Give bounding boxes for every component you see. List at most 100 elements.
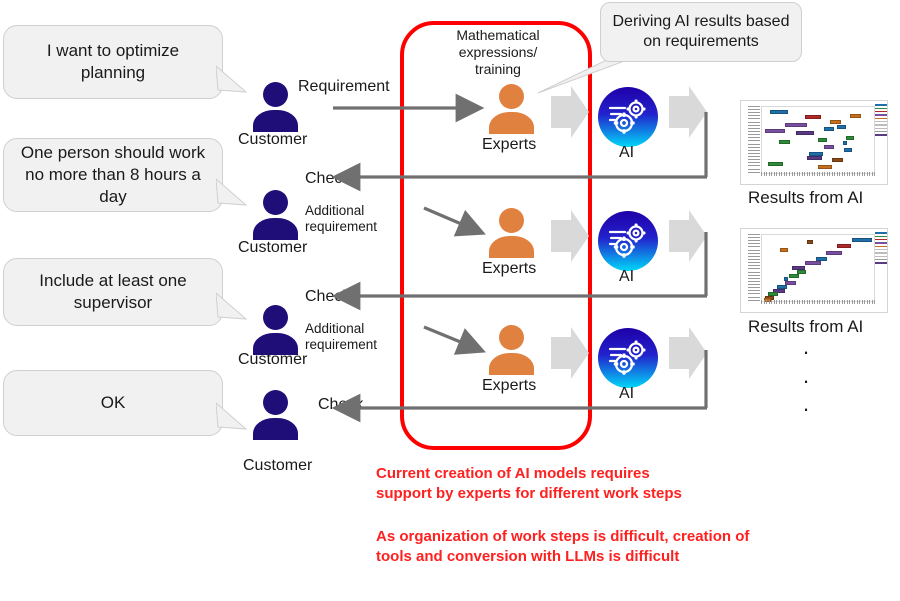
results-ellipsis: · · · bbox=[786, 341, 826, 421]
x-tick bbox=[811, 300, 813, 305]
x-tick bbox=[791, 300, 793, 305]
chart-2-legend bbox=[875, 232, 887, 265]
chart-bar bbox=[846, 136, 855, 141]
y-tick bbox=[748, 124, 760, 126]
x-tick bbox=[801, 300, 803, 305]
chart-bar bbox=[804, 114, 821, 119]
legend-swatch bbox=[875, 124, 887, 126]
x-tick bbox=[804, 300, 806, 305]
x-tick bbox=[819, 172, 821, 177]
legend-swatch bbox=[875, 130, 887, 133]
x-tick bbox=[861, 172, 863, 177]
y-tick bbox=[748, 249, 760, 251]
y-tick bbox=[748, 262, 760, 264]
chart-bar bbox=[804, 261, 821, 266]
legend-swatch bbox=[875, 248, 887, 251]
x-tick bbox=[768, 172, 770, 177]
x-tick bbox=[771, 300, 773, 305]
x-tick bbox=[806, 300, 808, 305]
x-tick bbox=[866, 172, 868, 177]
y-tick bbox=[748, 255, 760, 257]
y-tick bbox=[748, 299, 760, 301]
legend-swatch bbox=[875, 107, 887, 110]
chart-bar bbox=[826, 251, 842, 256]
x-tick bbox=[763, 300, 765, 305]
y-tick bbox=[748, 293, 760, 295]
x-tick bbox=[809, 172, 811, 177]
chart-bar bbox=[842, 141, 848, 146]
chart-bar bbox=[851, 237, 873, 242]
x-tick bbox=[859, 172, 861, 177]
y-tick bbox=[748, 259, 760, 260]
x-tick bbox=[761, 172, 763, 177]
x-tick bbox=[836, 300, 838, 305]
x-tick bbox=[866, 300, 868, 305]
chart-bar bbox=[770, 110, 789, 115]
y-tick bbox=[748, 287, 760, 289]
legend-swatch bbox=[875, 258, 887, 261]
chart-2-plot-area bbox=[761, 233, 876, 303]
x-tick bbox=[844, 172, 846, 177]
y-tick bbox=[748, 171, 760, 173]
chart-bar bbox=[816, 256, 828, 261]
x-tick bbox=[768, 300, 770, 305]
x-tick bbox=[788, 300, 790, 305]
x-tick bbox=[771, 172, 773, 177]
chart-1-x-axis bbox=[761, 172, 876, 177]
chart-bar bbox=[807, 155, 822, 160]
x-tick bbox=[821, 172, 823, 177]
x-tick bbox=[778, 172, 780, 177]
x-tick bbox=[766, 172, 768, 177]
legend-swatch bbox=[875, 252, 887, 254]
x-tick bbox=[821, 300, 823, 305]
y-tick bbox=[748, 290, 760, 292]
x-tick bbox=[794, 300, 795, 305]
legend-swatch bbox=[875, 255, 887, 258]
chart-2-y-axis bbox=[747, 233, 760, 302]
x-tick bbox=[801, 172, 803, 177]
y-tick bbox=[748, 127, 760, 129]
ai-results-callout-text: Deriving AI results based on requirement… bbox=[612, 13, 790, 50]
x-tick bbox=[834, 300, 836, 305]
x-tick bbox=[829, 172, 831, 177]
x-tick bbox=[811, 172, 813, 177]
legend-swatch bbox=[875, 238, 887, 241]
chart-bar bbox=[768, 162, 783, 167]
x-tick bbox=[849, 300, 851, 305]
ellipsis-dot: · bbox=[802, 396, 810, 421]
y-tick bbox=[748, 149, 760, 151]
red-note-2: As organization of work steps is difficu… bbox=[376, 528, 750, 566]
y-tick bbox=[748, 233, 760, 235]
x-tick bbox=[776, 172, 778, 177]
y-tick bbox=[748, 143, 760, 145]
chart-bar bbox=[779, 139, 791, 144]
results-chart-2-caption: Results from AI bbox=[748, 317, 864, 336]
y-tick bbox=[748, 168, 760, 170]
legend-swatch bbox=[875, 245, 887, 248]
results-chart-2 bbox=[740, 228, 888, 313]
x-tick bbox=[871, 300, 873, 305]
x-tick bbox=[861, 300, 863, 305]
x-tick bbox=[788, 172, 790, 177]
y-tick bbox=[748, 274, 760, 276]
chart-bar bbox=[823, 145, 835, 150]
y-tick bbox=[748, 134, 760, 136]
x-tick bbox=[826, 300, 828, 305]
x-tick bbox=[826, 172, 828, 177]
y-tick bbox=[748, 121, 760, 123]
x-tick bbox=[763, 172, 765, 177]
x-tick bbox=[799, 172, 801, 177]
legend-swatch bbox=[875, 104, 887, 106]
y-tick bbox=[748, 265, 760, 267]
x-tick bbox=[819, 300, 821, 305]
x-tick bbox=[831, 172, 833, 177]
chart-bar bbox=[807, 240, 813, 245]
y-tick bbox=[748, 140, 760, 142]
y-tick bbox=[748, 280, 760, 282]
x-tick bbox=[836, 172, 838, 177]
legend-swatch bbox=[875, 117, 887, 120]
results-chart-1 bbox=[740, 100, 888, 185]
chart-bar bbox=[796, 130, 814, 135]
x-tick bbox=[854, 300, 856, 305]
x-tick bbox=[766, 300, 768, 305]
